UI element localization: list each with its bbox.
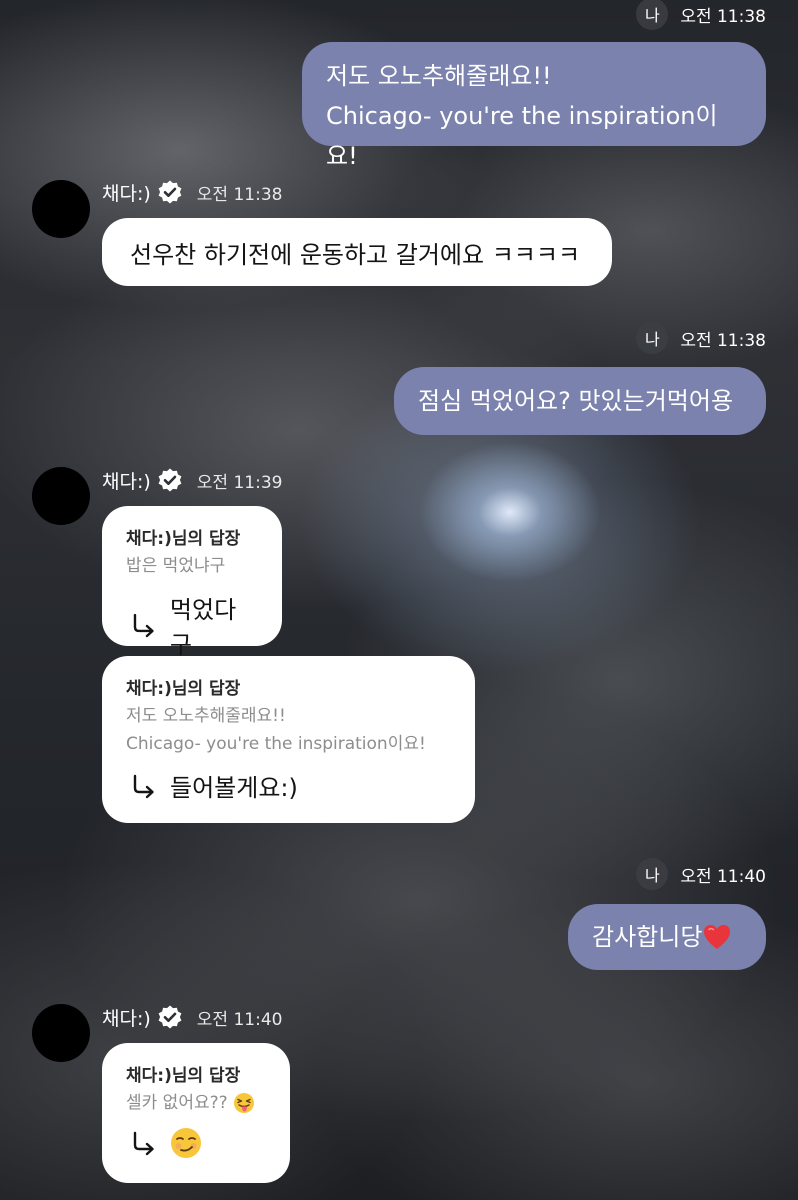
message-time: 오전 11:38 bbox=[196, 184, 283, 205]
reply-arrow-icon bbox=[133, 774, 154, 798]
message-time: 오전 11:39 bbox=[196, 472, 283, 493]
message-time: 오전 11:40 bbox=[196, 1009, 283, 1030]
sender-name: 채다:) bbox=[102, 182, 151, 205]
reply-message-bubble[interactable]: 채다:)님의 답장 저도 오노추해줄래요!! Chicago- you're t… bbox=[102, 656, 475, 823]
message-text: 점심 먹었어요? 맛있는거먹어용 bbox=[418, 387, 734, 415]
message-line: Chicago- you're the inspiration이요! bbox=[326, 102, 718, 170]
reply-quote: 셀카 없어요?? bbox=[126, 1093, 228, 1113]
reply-arrow-icon bbox=[133, 1131, 154, 1156]
reply-header: 채다:)님의 답장 bbox=[126, 529, 241, 549]
message-time: 오전 11:38 bbox=[680, 330, 766, 351]
avatar[interactable] bbox=[32, 180, 90, 238]
message-meta: 나 오전 11:38 bbox=[636, 0, 766, 30]
reply-arrow-icon bbox=[133, 613, 154, 638]
reply-quote-line: 저도 오노추해줄래요!! bbox=[126, 706, 286, 726]
verified-check-icon bbox=[158, 468, 182, 492]
reply-answer-text: 먹었다구 bbox=[169, 596, 237, 659]
reply-header: 채다:)님의 답장 bbox=[126, 679, 241, 699]
tongue-out-face-icon bbox=[234, 1093, 255, 1113]
my-message-bubble[interactable]: 점심 먹었어요? 맛있는거먹어용 bbox=[394, 367, 766, 435]
me-badge: 나 bbox=[636, 322, 669, 354]
reply-quote-line: Chicago- you're the inspiration이요! bbox=[126, 734, 426, 754]
reply-quote-row: 셀카 없어요?? bbox=[126, 1089, 266, 1117]
reply-answer-row: 들어볼게요:) bbox=[126, 768, 451, 803]
reply-message-bubble[interactable]: 채다:)님의 답장 셀카 없어요?? bbox=[102, 1043, 290, 1183]
smirking-face-icon bbox=[171, 1128, 201, 1158]
my-message-bubble[interactable]: 감사합니당 bbox=[568, 904, 766, 970]
me-badge: 나 bbox=[636, 0, 669, 30]
red-heart-icon bbox=[704, 925, 731, 949]
sender-row: 채다:) 오전 11:39 bbox=[102, 466, 282, 494]
reply-quote: 밥은 먹었냐구 bbox=[126, 556, 226, 576]
message-text: 감사합니당 bbox=[592, 923, 703, 951]
their-message-bubble[interactable]: 선우찬 하기전에 운동하고 갈거에요 ㅋㅋㅋㅋ bbox=[102, 218, 612, 286]
sender-name: 채다:) bbox=[102, 470, 151, 493]
reply-header: 채다:)님의 답장 bbox=[126, 1066, 241, 1086]
message-line: 저도 오노추해줄래요!! bbox=[326, 62, 552, 90]
reply-message-bubble[interactable]: 채다:)님의 답장 밥은 먹었냐구 먹었다구 bbox=[102, 506, 282, 659]
me-badge: 나 bbox=[636, 858, 669, 890]
sender-row: 채다:) 오전 11:38 bbox=[102, 178, 282, 206]
my-message-bubble[interactable]: 저도 오노추해줄래요!! Chicago- you're the inspira… bbox=[302, 42, 766, 170]
avatar[interactable] bbox=[32, 467, 90, 525]
message-time: 오전 11:38 bbox=[680, 6, 766, 27]
reply-answer-row bbox=[126, 1127, 266, 1159]
verified-check-icon bbox=[158, 180, 182, 204]
sender-name: 채다:) bbox=[102, 1007, 151, 1030]
message-time: 오전 11:40 bbox=[680, 866, 766, 887]
reply-answer-row: 먹었다구 bbox=[126, 590, 258, 660]
avatar[interactable] bbox=[32, 1004, 90, 1062]
message-meta: 나 오전 11:40 bbox=[636, 858, 766, 890]
verified-check-icon bbox=[158, 1005, 182, 1029]
sender-row: 채다:) 오전 11:40 bbox=[102, 1003, 282, 1031]
message-meta: 나 오전 11:38 bbox=[636, 322, 766, 354]
reply-answer-text: 들어볼게요:) bbox=[170, 774, 298, 802]
message-text: 선우찬 하기전에 운동하고 갈거에요 ㅋㅋㅋㅋ bbox=[130, 240, 581, 269]
